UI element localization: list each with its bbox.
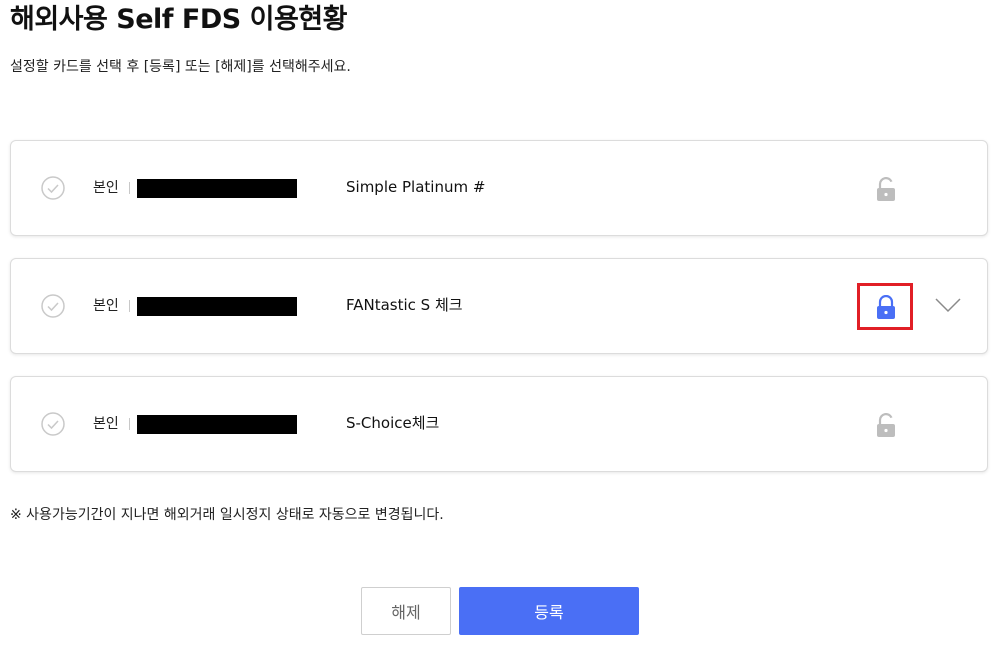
divider xyxy=(129,300,130,312)
unlocked-lock-icon[interactable] xyxy=(875,177,897,201)
check-circle-icon[interactable] xyxy=(41,412,65,436)
locked-lock-icon[interactable] xyxy=(875,295,897,319)
card-name: Simple Platinum # xyxy=(346,178,486,196)
card-item[interactable]: 본인 Simple Platinum # xyxy=(10,140,988,236)
page-subtitle: 설정할 카드를 선택 후 [등록] 또는 [해제]를 선택해주세요. xyxy=(10,59,351,75)
card-owner: 본인 xyxy=(93,416,119,432)
card-name: S-Choice체크 xyxy=(346,414,440,432)
register-button[interactable]: 등록 xyxy=(459,587,639,635)
masked-card-number xyxy=(137,179,297,198)
masked-card-number xyxy=(137,297,297,316)
divider xyxy=(129,418,130,430)
card-name: FANtastic S 체크 xyxy=(346,296,463,314)
unlocked-lock-icon[interactable] xyxy=(875,413,897,437)
check-circle-icon[interactable] xyxy=(41,176,65,200)
check-circle-icon[interactable] xyxy=(41,294,65,318)
chevron-down-icon[interactable] xyxy=(935,297,961,313)
page-title: 해외사용 Self FDS 이용현황 xyxy=(10,4,347,35)
card-owner: 본인 xyxy=(93,180,119,196)
masked-card-number xyxy=(137,415,297,434)
card-owner: 본인 xyxy=(93,298,119,314)
divider xyxy=(129,182,130,194)
notice-text: ※ 사용가능기간이 지나면 해외거래 일시정지 상태로 자동으로 변경됩니다. xyxy=(10,507,444,523)
cancel-button[interactable]: 해제 xyxy=(361,587,451,635)
card-item[interactable]: 본인 FANtastic S 체크 xyxy=(10,258,988,354)
card-item[interactable]: 본인 S-Choice체크 xyxy=(10,376,988,472)
